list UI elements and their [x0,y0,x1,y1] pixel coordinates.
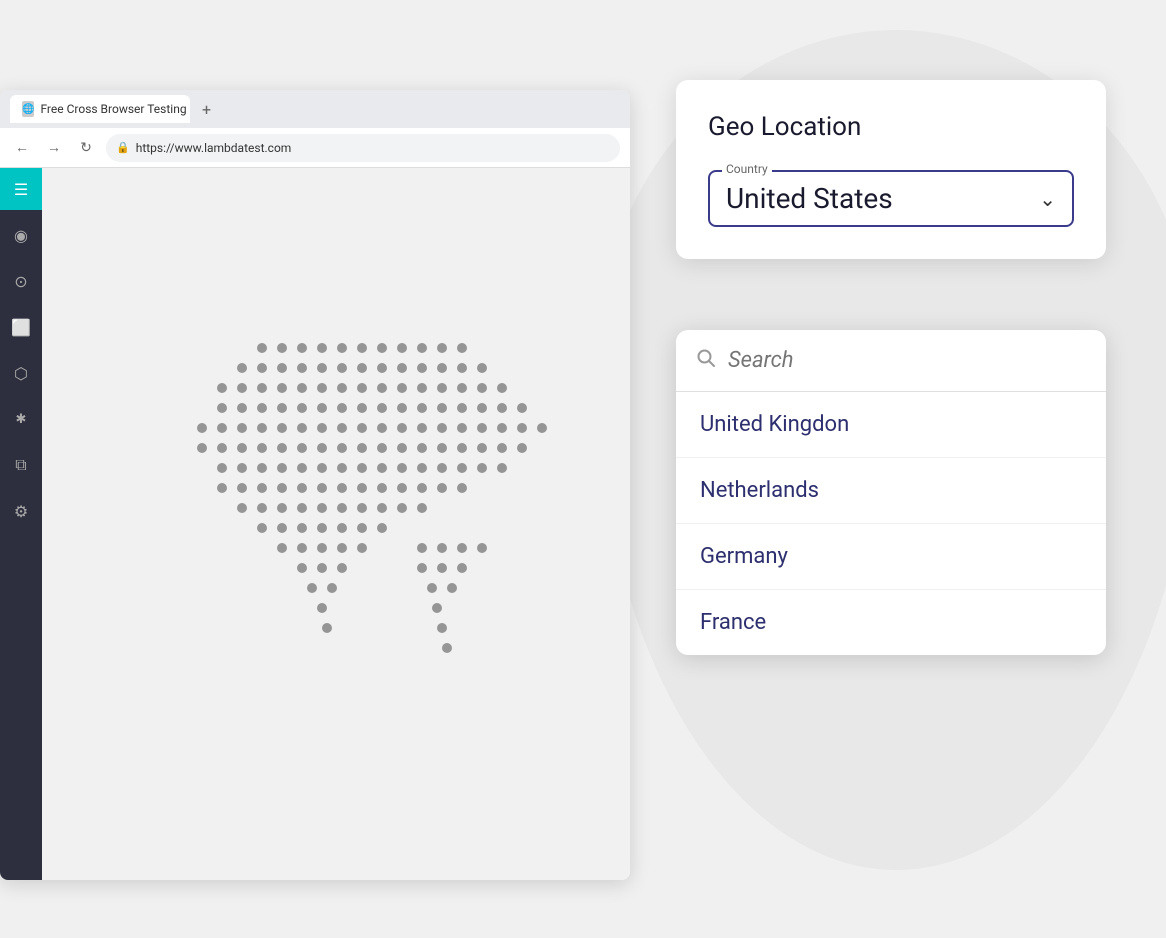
bug-icon: ✱ [16,412,27,427]
country-name-netherlands: Netherlands [700,478,819,503]
sidebar-item-menu[interactable]: ☰ [0,168,42,210]
country-dropdown-list: United Kingdon Netherlands Germany Franc… [676,392,1106,655]
world-map-svg [142,288,630,868]
country-name-france: France [700,610,766,635]
country-dropdown-card: United Kingdon Netherlands Germany Franc… [676,330,1106,655]
sidebar-item-globe[interactable]: ◉ [0,214,42,256]
chevron-down-icon: ⌄ [1039,187,1056,211]
tab-title: Free Cross Browser Testing Clou... [40,102,190,116]
browser-tab[interactable]: 🌐 Free Cross Browser Testing Clou... ✕ [10,95,190,123]
browser-sidebar: ☰ ◉ ⊙ ⬜ ⬡ ✱ ⧉ ⚙ [0,168,42,880]
sidebar-item-clock[interactable]: ⊙ [0,260,42,302]
dropdown-item-germany[interactable]: Germany [676,524,1106,590]
country-select[interactable]: United States ⌄ [726,182,1056,215]
globe-icon: ◉ [14,226,28,245]
dropdown-item-france[interactable]: France [676,590,1106,655]
dropdown-search-container [676,330,1106,392]
country-select-wrapper[interactable]: Country United States ⌄ [708,170,1074,227]
sidebar-item-layers[interactable]: ⧉ [0,444,42,486]
sidebar-item-bug[interactable]: ✱ [0,398,42,440]
url-text: https://www.lambdatest.com [136,141,292,155]
reload-button[interactable]: ↻ [74,136,98,160]
browser-titlebar: 🌐 Free Cross Browser Testing Clou... ✕ + [0,90,630,128]
browser-favicon: 🌐 [22,101,34,117]
lock-icon: 🔒 [116,141,130,154]
geo-card-title: Geo Location [708,112,1074,142]
address-bar[interactable]: 🔒 https://www.lambdatest.com [106,134,620,162]
new-tab-button[interactable]: + [202,100,211,119]
geo-location-card: Geo Location Country United States ⌄ [676,80,1106,259]
layers-icon: ⧉ [15,455,26,475]
selected-country-value: United States [726,182,893,215]
forward-button[interactable]: → [42,136,66,160]
settings-icon: ⚙ [14,502,28,521]
country-name-uk: United Kingdon [700,412,849,437]
box-icon: ⬡ [14,364,28,383]
sidebar-item-box[interactable]: ⬡ [0,352,42,394]
sidebar-item-screenshot[interactable]: ⬜ [0,306,42,348]
sidebar-item-settings[interactable]: ⚙ [0,490,42,532]
country-search-input[interactable] [728,348,1086,373]
browser-toolbar: ← → ↻ 🔒 https://www.lambdatest.com [0,128,630,168]
screenshot-icon: ⬜ [11,318,31,337]
browser-content [42,168,630,880]
country-name-germany: Germany [700,544,788,569]
dropdown-item-netherlands[interactable]: Netherlands [676,458,1106,524]
search-icon [696,348,716,373]
menu-icon: ☰ [14,180,28,199]
dropdown-item-uk[interactable]: United Kingdon [676,392,1106,458]
country-label: Country [722,162,772,176]
back-button[interactable]: ← [10,136,34,160]
clock-icon: ⊙ [14,272,27,291]
browser-window: 🌐 Free Cross Browser Testing Clou... ✕ +… [0,90,630,880]
